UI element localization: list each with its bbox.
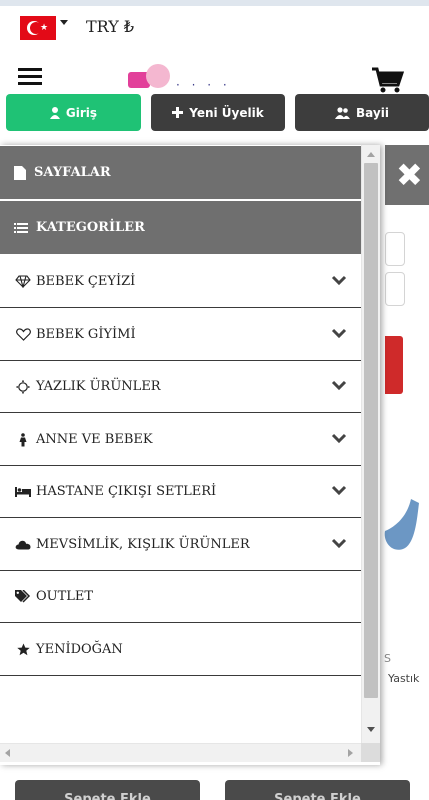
turkey-flag-icon[interactable]: ★ bbox=[20, 16, 56, 40]
chevron-down-icon[interactable] bbox=[331, 327, 347, 339]
drawer-content: SAYFALAR KATEGORİLER BEBEK ÇEYİZİ BEBEK … bbox=[0, 145, 361, 743]
tags-icon bbox=[15, 589, 31, 605]
category-label: YENİDOĞAN bbox=[36, 642, 123, 657]
file-icon bbox=[14, 165, 26, 180]
hamburger-icon[interactable] bbox=[18, 68, 42, 88]
scroll-left-icon[interactable] bbox=[5, 749, 10, 757]
top-bar: ★ TRY ₺ bbox=[0, 6, 429, 50]
horizontal-scrollbar[interactable] bbox=[0, 743, 361, 762]
chevron-down-icon[interactable] bbox=[331, 537, 347, 549]
add-to-cart-button[interactable]: Sepete Ekle bbox=[15, 780, 200, 800]
category-label: YAZLIK ÜRÜNLER bbox=[36, 379, 161, 394]
category-mevsimlik-kislik-urunler[interactable]: MEVSİMLİK, KIŞLIK ÜRÜNLER bbox=[0, 519, 361, 571]
login-label: Giriş bbox=[65, 105, 98, 120]
category-label: OUTLET bbox=[36, 589, 94, 604]
product-actions: Sepete Ekle Sepete Ekle bbox=[0, 766, 429, 800]
chevron-down-icon[interactable] bbox=[60, 20, 68, 25]
child-icon bbox=[15, 432, 31, 448]
side-drawer: SAYFALAR KATEGORİLER BEBEK ÇEYİZİ BEBEK … bbox=[0, 145, 380, 765]
product-image bbox=[384, 499, 419, 550]
category-yazlik-urunler[interactable]: YAZLIK ÜRÜNLER bbox=[0, 361, 361, 413]
star-icon bbox=[15, 642, 31, 658]
category-label: MEVSİMLİK, KIŞLIK ÜRÜNLER bbox=[36, 537, 250, 552]
category-bebek-ceyizi[interactable]: BEBEK ÇEYİZİ bbox=[0, 256, 361, 308]
shopping-cart-icon[interactable] bbox=[370, 66, 404, 94]
auth-buttons: Giriş Yeni Üyelik Bayii bbox=[0, 94, 429, 134]
site-header: · · · · bbox=[0, 54, 429, 94]
vertical-scrollbar[interactable] bbox=[361, 145, 380, 743]
hidden-input bbox=[385, 232, 405, 266]
close-icon[interactable]: ✖ bbox=[396, 157, 423, 193]
register-button[interactable]: Yeni Üyelik bbox=[151, 94, 285, 131]
product-text-fragment: S bbox=[384, 652, 391, 665]
diamond-icon bbox=[15, 274, 31, 290]
category-hastane-cikisi-setleri[interactable]: HASTANE ÇIKIŞI SETLERİ bbox=[0, 466, 361, 518]
dealer-label: Bayii bbox=[356, 105, 389, 120]
category-label: ANNE VE BEBEK bbox=[36, 432, 153, 447]
chevron-down-icon[interactable] bbox=[331, 432, 347, 444]
categories-title: KATEGORİLER bbox=[36, 220, 145, 235]
hidden-input bbox=[385, 272, 405, 306]
bed-icon bbox=[15, 484, 31, 500]
scroll-right-icon[interactable] bbox=[348, 749, 353, 757]
scrollbar-thumb[interactable] bbox=[364, 163, 378, 698]
category-label: BEBEK ÇEYİZİ bbox=[36, 274, 136, 289]
chevron-down-icon[interactable] bbox=[331, 274, 347, 286]
heart-icon bbox=[15, 327, 31, 343]
pages-section-header[interactable]: SAYFALAR bbox=[0, 146, 361, 200]
sun-icon bbox=[15, 379, 31, 395]
cloud-icon bbox=[15, 537, 31, 553]
pages-title: SAYFALAR bbox=[34, 165, 111, 180]
user-icon bbox=[49, 106, 60, 119]
category-anne-ve-bebek[interactable]: ANNE VE BEBEK bbox=[0, 414, 361, 466]
category-label: HASTANE ÇIKIŞI SETLERİ bbox=[36, 484, 217, 499]
plus-icon bbox=[172, 107, 184, 118]
chevron-down-icon[interactable] bbox=[331, 379, 347, 391]
chevron-down-icon[interactable] bbox=[331, 484, 347, 496]
dealer-button[interactable]: Bayii bbox=[295, 94, 429, 131]
login-button[interactable]: Giriş bbox=[6, 94, 141, 131]
scroll-down-icon[interactable] bbox=[367, 727, 375, 732]
list-icon bbox=[14, 222, 28, 233]
scroll-up-icon[interactable] bbox=[367, 152, 375, 157]
category-yenidogan[interactable]: YENİDOĞAN bbox=[0, 624, 361, 676]
product-name-fragment: Yastık bbox=[388, 672, 420, 685]
register-label: Yeni Üyelik bbox=[189, 105, 264, 120]
add-to-cart-button[interactable]: Sepete Ekle bbox=[225, 780, 410, 800]
category-label: BEBEK GİYİMİ bbox=[36, 327, 136, 342]
currency-selector[interactable]: TRY ₺ bbox=[86, 17, 134, 36]
categories-section-header[interactable]: KATEGORİLER bbox=[0, 201, 361, 255]
category-outlet[interactable]: OUTLET bbox=[0, 571, 361, 623]
category-bebek-giyimi[interactable]: BEBEK GİYİMİ bbox=[0, 309, 361, 361]
scrollbar-corner bbox=[361, 743, 380, 762]
baby-store-logo[interactable]: · · · · bbox=[128, 64, 268, 94]
users-icon bbox=[335, 106, 351, 119]
hidden-red-button bbox=[385, 336, 403, 394]
